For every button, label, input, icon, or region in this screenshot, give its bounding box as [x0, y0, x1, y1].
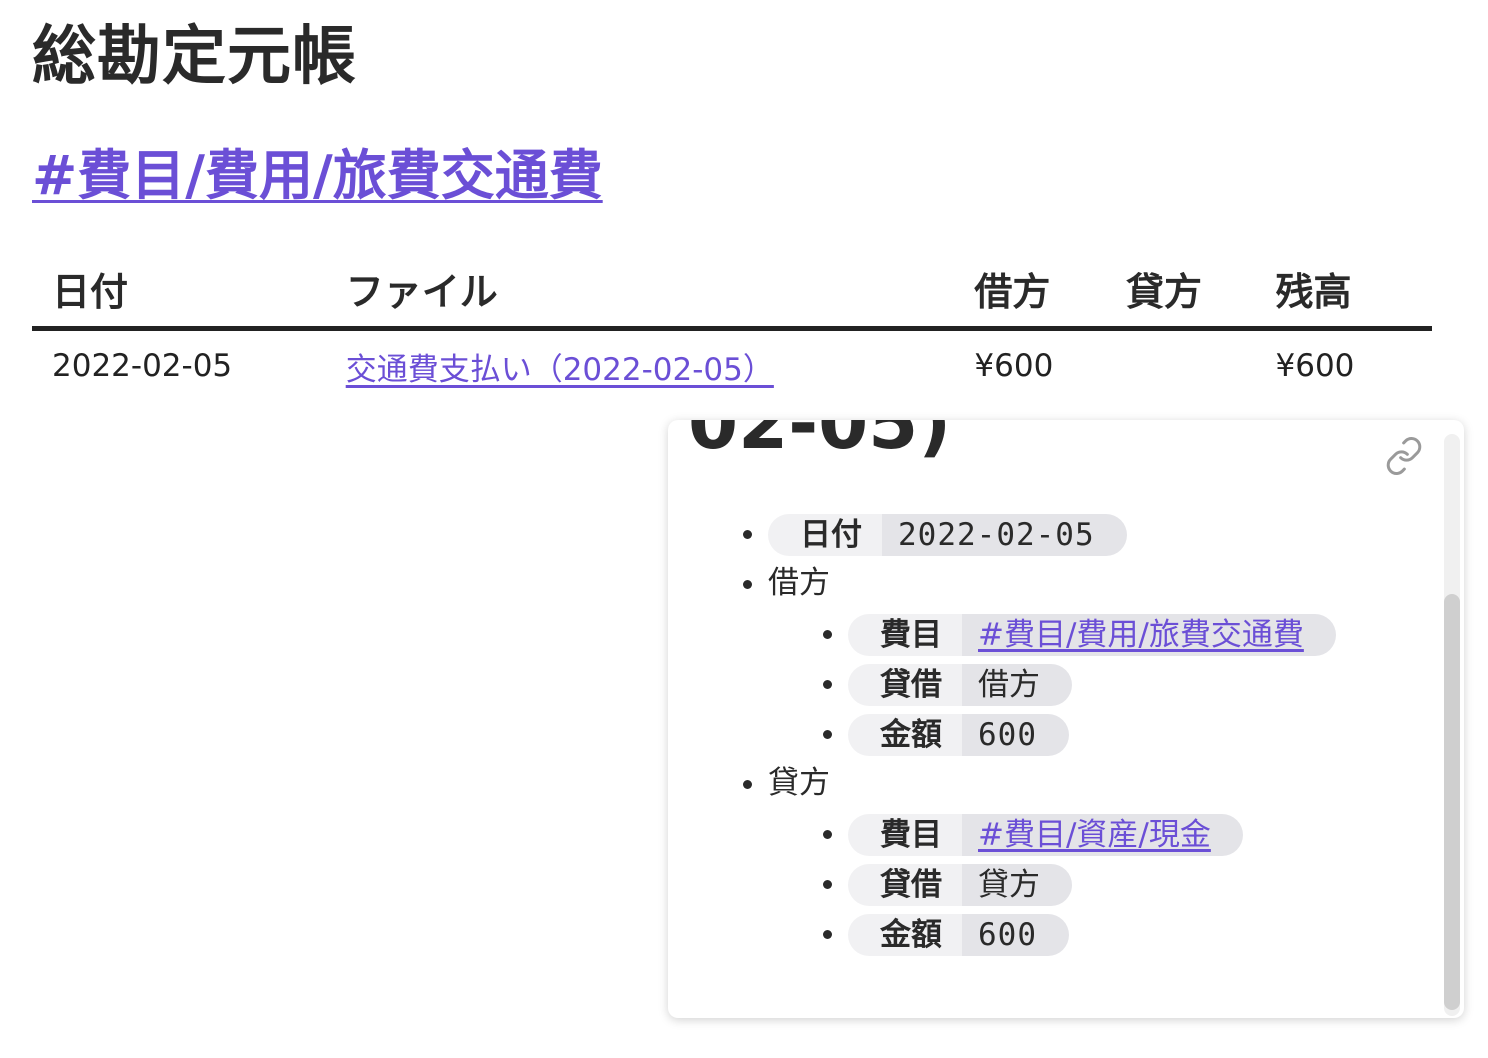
account-heading: #費目/費用/旅費交通費 — [32, 136, 603, 216]
property-value: 2022-02-05 — [882, 513, 1127, 556]
list-item: 金額 600 — [848, 708, 1336, 758]
scrollbar-thumb[interactable] — [1444, 594, 1460, 1010]
debit-properties: 費目 #費目/費用/旅費交通費 貸借 借方 — [768, 608, 1336, 758]
list-item: 費目 #費目/費用/旅費交通費 — [848, 608, 1336, 658]
ledger-page: 総勘定元帳 #費目/費用/旅費交通費 日付 ファイル 借方 貸方 残高 2022… — [0, 0, 1488, 1058]
row-balance: ¥600 — [1275, 348, 1355, 384]
popover-scrollbar[interactable] — [1444, 434, 1460, 1016]
link-icon[interactable] — [1384, 436, 1424, 476]
row-credit — [1106, 329, 1256, 402]
property-key: 金額 — [848, 913, 962, 956]
property-value: #費目/資産/現金 — [962, 813, 1243, 856]
column-header-credit: 貸方 — [1105, 250, 1256, 331]
credit-properties: 費目 #費目/資産/現金 貸借 貸方 — [768, 808, 1336, 958]
credit-amount-property: 金額 600 — [848, 913, 1069, 956]
property-value: 借方 — [962, 663, 1072, 706]
table-header-row: 日付 ファイル 借方 貸方 残高 — [32, 250, 1432, 331]
debit-account-link[interactable]: #費目/費用/旅費交通費 — [978, 617, 1304, 653]
table-row: 2022-02-05 交通費支払い（2022-02-05） ¥600 ¥600 — [32, 329, 1432, 402]
property-key: 費目 — [848, 613, 962, 656]
debit-side-property: 貸借 借方 — [848, 663, 1072, 706]
debit-amount-property: 金額 600 — [848, 713, 1069, 756]
row-date: 2022-02-05 — [52, 348, 233, 384]
property-key: 貸借 — [848, 863, 962, 906]
properties-list: 日付 2022-02-05 借方 費目 #費目/費用/旅費交通費 — [728, 508, 1336, 958]
property-key: 貸借 — [848, 663, 962, 706]
row-debit: ¥600 — [974, 348, 1054, 384]
popover-title: 02-05) — [688, 420, 952, 465]
credit-label: 貸方 — [768, 765, 830, 801]
ledger-table: 日付 ファイル 借方 貸方 残高 2022-02-05 交通費支払い（2022-… — [32, 250, 1432, 401]
list-item: 費目 #費目/資産/現金 — [848, 808, 1336, 858]
column-header-balance: 残高 — [1255, 250, 1432, 331]
debit-account-property: 費目 #費目/費用/旅費交通費 — [848, 613, 1336, 656]
list-item: 借方 費目 #費目/費用/旅費交通費 貸借 借方 — [768, 558, 1336, 758]
column-header-debit: 借方 — [954, 250, 1106, 331]
list-item: 日付 2022-02-05 — [768, 508, 1336, 558]
property-value: #費目/費用/旅費交通費 — [962, 613, 1336, 656]
list-item: 貸方 費目 #費目/資産/現金 貸借 貸方 — [768, 758, 1336, 958]
property-key: 金額 — [848, 713, 962, 756]
property-key: 費目 — [848, 813, 962, 856]
credit-account-link[interactable]: #費目/資産/現金 — [978, 817, 1211, 853]
property-value: 貸方 — [962, 863, 1072, 906]
list-item: 貸借 貸方 — [848, 858, 1336, 908]
debit-label: 借方 — [768, 565, 830, 601]
page-title: 総勘定元帳 — [32, 20, 357, 94]
file-preview-popover[interactable]: 02-05) 日付 2022-02-05 借方 — [668, 420, 1464, 1018]
list-item: 貸借 借方 — [848, 658, 1336, 708]
property-value: 600 — [962, 713, 1069, 756]
column-header-date: 日付 — [32, 250, 326, 331]
credit-account-property: 費目 #費目/資産/現金 — [848, 813, 1243, 856]
account-tag-link[interactable]: #費目/費用/旅費交通費 — [32, 144, 603, 207]
row-file: 交通費支払い（2022-02-05） — [326, 329, 955, 402]
column-header-file: ファイル — [325, 250, 955, 331]
credit-side-property: 貸借 貸方 — [848, 863, 1072, 906]
file-link[interactable]: 交通費支払い（2022-02-05） — [346, 352, 774, 388]
property-value: 600 — [962, 913, 1069, 956]
date-property: 日付 2022-02-05 — [768, 513, 1127, 556]
property-key: 日付 — [768, 513, 882, 556]
list-item: 金額 600 — [848, 908, 1336, 958]
